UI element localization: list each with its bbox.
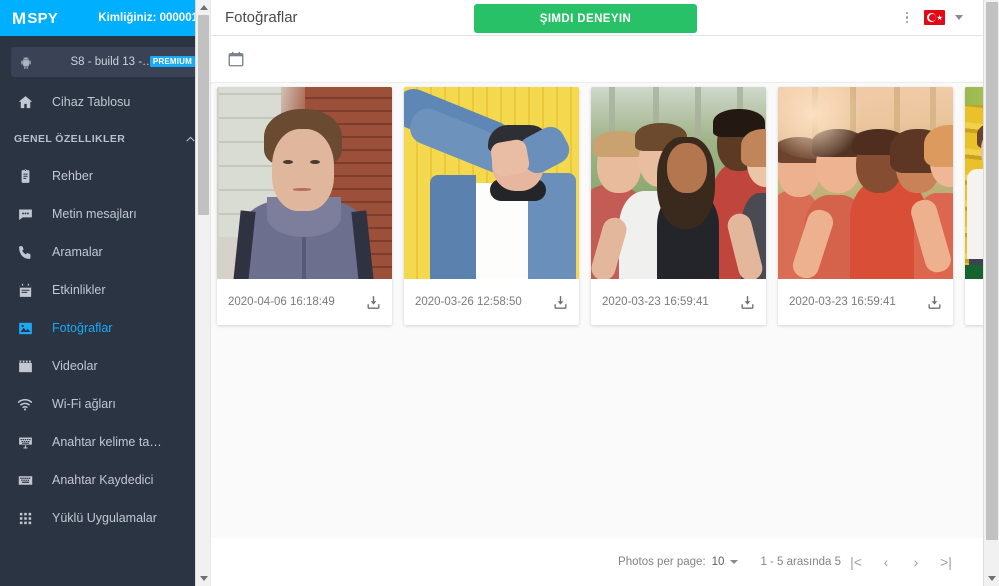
sidebar-item-label: Anahtar kelime ta… xyxy=(52,435,162,449)
sidebar-item-label: Videolar xyxy=(52,359,98,373)
more-vertical-icon[interactable] xyxy=(900,9,914,27)
photo-timestamp: 2020-03-26 12:58:50 xyxy=(415,296,522,308)
photo-card[interactable]: 2020-03-23 16:59:41 xyxy=(591,87,766,325)
keylogger-icon xyxy=(14,470,36,490)
calendar-filter-icon[interactable] xyxy=(227,50,245,68)
download-icon[interactable] xyxy=(552,294,569,311)
sidebar-item-keylogger[interactable]: Anahtar Kaydedici xyxy=(0,461,210,499)
android-icon xyxy=(19,55,33,70)
sidebar-item-label: Metin mesajları xyxy=(52,207,137,221)
sidebar-scrollbar[interactable] xyxy=(195,0,210,586)
photo-card-meta: 2020-03-23 16:59:41 xyxy=(591,279,766,325)
sidebar-section-general-features[interactable]: GENEL ÖZELLIKLER xyxy=(0,121,210,157)
turkey-flag-icon[interactable]: ★ xyxy=(924,10,945,25)
photo-thumbnail[interactable] xyxy=(404,87,579,279)
brand-logo[interactable]: M SPY xyxy=(12,10,58,27)
brand-logo-text: SPY xyxy=(27,9,58,27)
sidebar-item-text-messages[interactable]: Metin mesajları xyxy=(0,195,210,233)
apps-grid-icon xyxy=(14,508,36,528)
sidebar-header: M SPY Kimliğiniz: 000001 xyxy=(0,0,210,36)
sidebar-item-calls[interactable]: Aramalar xyxy=(0,233,210,271)
phone-icon xyxy=(14,242,36,262)
contacts-icon xyxy=(14,166,36,186)
first-page-button[interactable]: |< xyxy=(841,547,871,577)
brand-logo-mark: M xyxy=(12,8,27,28)
main-panel: Fotoğraflar ŞIMDI DENEYIN ★ 2020-04-06 1… xyxy=(210,0,999,586)
sidebar-scroll-down-button[interactable] xyxy=(196,571,210,586)
photo-thumbnail[interactable] xyxy=(591,87,766,279)
application-root: M SPY Kimliğiniz: 000001 S8 - build 13 -…… xyxy=(0,0,999,586)
sidebar-item-label: Wi-Fi ağları xyxy=(52,397,116,411)
previous-page-button[interactable]: ‹ xyxy=(871,547,901,577)
top-bar: Fotoğraflar ŞIMDI DENEYIN ★ xyxy=(211,0,999,36)
message-icon xyxy=(14,204,36,224)
per-page-label: Photos per page: xyxy=(618,556,706,568)
download-icon[interactable] xyxy=(926,294,943,311)
keyword-alert-icon xyxy=(14,432,36,452)
sidebar-item-events[interactable]: Etkinlikler xyxy=(0,271,210,309)
page-title: Fotoğraflar xyxy=(225,9,298,26)
wifi-icon xyxy=(14,394,36,414)
calendar-icon xyxy=(14,280,36,300)
pagination-range-label: 1 - 5 arasında 5 xyxy=(760,556,841,568)
sidebar-item-dashboard[interactable]: Cihaz Tablosu xyxy=(0,83,210,121)
sidebar-item-label: Etkinlikler xyxy=(52,283,106,297)
sidebar-item-installed-apps[interactable]: Yüklü Uygulamalar xyxy=(0,499,210,537)
premium-badge: PREMIUM xyxy=(149,56,195,67)
photo-grid-scroll-area[interactable]: 2020-04-06 16:18:49 2020-03-26 12:58:50 … xyxy=(211,82,999,538)
home-icon xyxy=(14,92,36,112)
content-toolbar xyxy=(211,36,999,82)
sidebar-item-videos[interactable]: Videolar xyxy=(0,347,210,385)
photo-timestamp: 2020-04-06 16:18:49 xyxy=(228,296,335,308)
photo-grid: 2020-04-06 16:18:49 2020-03-26 12:58:50 … xyxy=(211,83,999,345)
account-id-label: Kimliğiniz: 000001 xyxy=(98,12,198,24)
download-icon[interactable] xyxy=(739,294,756,311)
sidebar-section-label: GENEL ÖZELLIKLER xyxy=(14,133,126,145)
sidebar-item-contacts[interactable]: Rehber xyxy=(0,157,210,195)
photo-card[interactable]: 2020-03-23 16:59:41 xyxy=(778,87,953,325)
window-scroll-down-button[interactable] xyxy=(984,570,999,586)
device-selector[interactable]: S8 - build 13 -… PREMIUM xyxy=(11,47,199,77)
sidebar-scroll-up-button[interactable] xyxy=(196,0,210,15)
sidebar-item-label: Fotoğraflar xyxy=(52,321,113,335)
chevron-down-icon[interactable] xyxy=(955,15,963,20)
photo-thumbnail[interactable] xyxy=(217,87,392,279)
photo-icon xyxy=(14,318,36,338)
top-bar-actions: ★ xyxy=(900,9,985,27)
per-page-chevron-down-icon[interactable] xyxy=(730,560,739,564)
sidebar-item-label: Rehber xyxy=(52,169,93,183)
sidebar-item-label: Aramalar xyxy=(52,245,103,259)
per-page-value[interactable]: 10 xyxy=(712,556,725,568)
photo-timestamp: 2020-03-23 16:59:41 xyxy=(602,296,709,308)
photo-card-meta: 2020-04-06 16:18:49 xyxy=(217,279,392,325)
sidebar-item-keyword-alerts[interactable]: Anahtar kelime ta… xyxy=(0,423,210,461)
photo-card[interactable]: 2020-04-06 16:18:49 xyxy=(217,87,392,325)
content-area: 2020-04-06 16:18:49 2020-03-26 12:58:50 … xyxy=(211,36,999,586)
photo-timestamp: 2020-03-23 16:59:41 xyxy=(789,296,896,308)
photo-card[interactable]: 2020-03-26 12:58:50 xyxy=(404,87,579,325)
pagination-bar: Photos per page: 10 1 - 5 arasında 5 |< … xyxy=(211,538,999,586)
photo-thumbnail[interactable] xyxy=(778,87,953,279)
sidebar-item-label: Yüklü Uygulamalar xyxy=(52,511,157,525)
photo-card-meta: 2020-03-26 12:58:50 xyxy=(404,279,579,325)
sidebar-item-photos[interactable]: Fotoğraflar xyxy=(0,309,210,347)
download-icon[interactable] xyxy=(365,294,382,311)
sidebar: M SPY Kimliğiniz: 000001 S8 - build 13 -…… xyxy=(0,0,210,586)
window-scrollbar-thumb[interactable] xyxy=(986,2,998,540)
sidebar-item-label: Cihaz Tablosu xyxy=(52,95,131,109)
try-now-button[interactable]: ŞIMDI DENEYIN xyxy=(474,4,697,33)
video-icon xyxy=(14,356,36,376)
sidebar-scrollbar-thumb[interactable] xyxy=(198,15,209,215)
last-page-button[interactable]: >| xyxy=(931,547,961,577)
photo-card-meta: 2020-03-23 16:59:41 xyxy=(778,279,953,325)
next-page-button[interactable]: › xyxy=(901,547,931,577)
sidebar-item-label: Anahtar Kaydedici xyxy=(52,473,154,487)
sidebar-item-wifi-networks[interactable]: Wi-Fi ağları xyxy=(0,385,210,423)
window-scrollbar[interactable] xyxy=(983,0,999,586)
